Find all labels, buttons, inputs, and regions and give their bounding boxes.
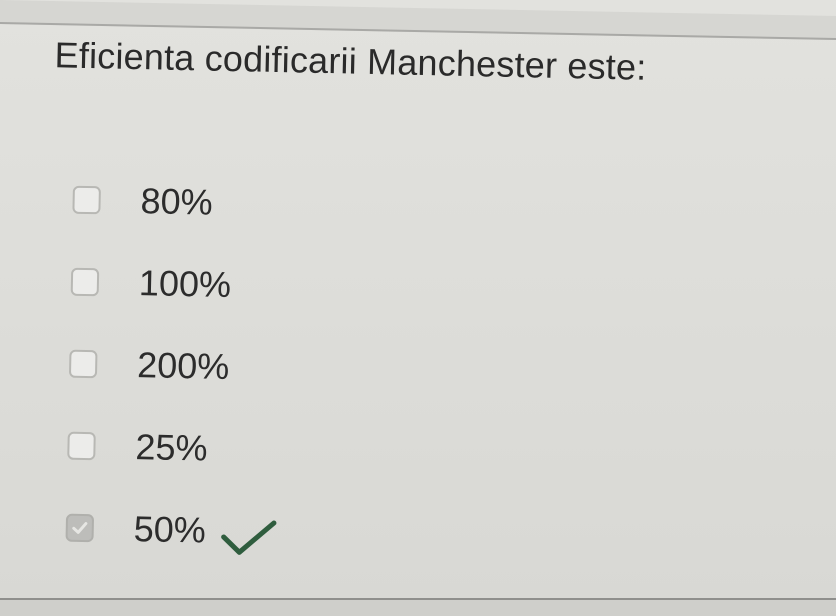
option-checkbox[interactable] xyxy=(72,185,101,215)
question-card: Eficienta codificarii Manchester este: 8… xyxy=(0,0,836,616)
bottom-divider xyxy=(0,598,836,616)
option-200[interactable]: 200% xyxy=(68,323,282,409)
option-80[interactable]: 80% xyxy=(72,159,286,245)
option-100[interactable]: 100% xyxy=(70,241,284,327)
option-label: 100% xyxy=(138,262,232,306)
option-50[interactable]: 50% xyxy=(65,487,279,573)
option-checkbox[interactable] xyxy=(67,431,96,461)
option-label: 25% xyxy=(135,426,208,469)
screen: Eficienta codificarii Manchester este: 8… xyxy=(0,0,836,616)
option-25[interactable]: 25% xyxy=(67,405,281,491)
options-list: 80% 100% 200% 25% 50% xyxy=(65,159,286,573)
checkmark-icon xyxy=(221,520,277,555)
option-checkbox-checked[interactable] xyxy=(65,513,95,543)
option-label: 200% xyxy=(136,344,230,388)
option-checkbox[interactable] xyxy=(68,349,98,379)
option-label: 80% xyxy=(140,180,214,223)
option-checkbox[interactable] xyxy=(70,267,100,297)
checkbox-tick-icon xyxy=(72,522,88,534)
question-title: Eficienta codificarii Manchester este: xyxy=(54,34,647,88)
option-label: 50% xyxy=(133,508,207,551)
